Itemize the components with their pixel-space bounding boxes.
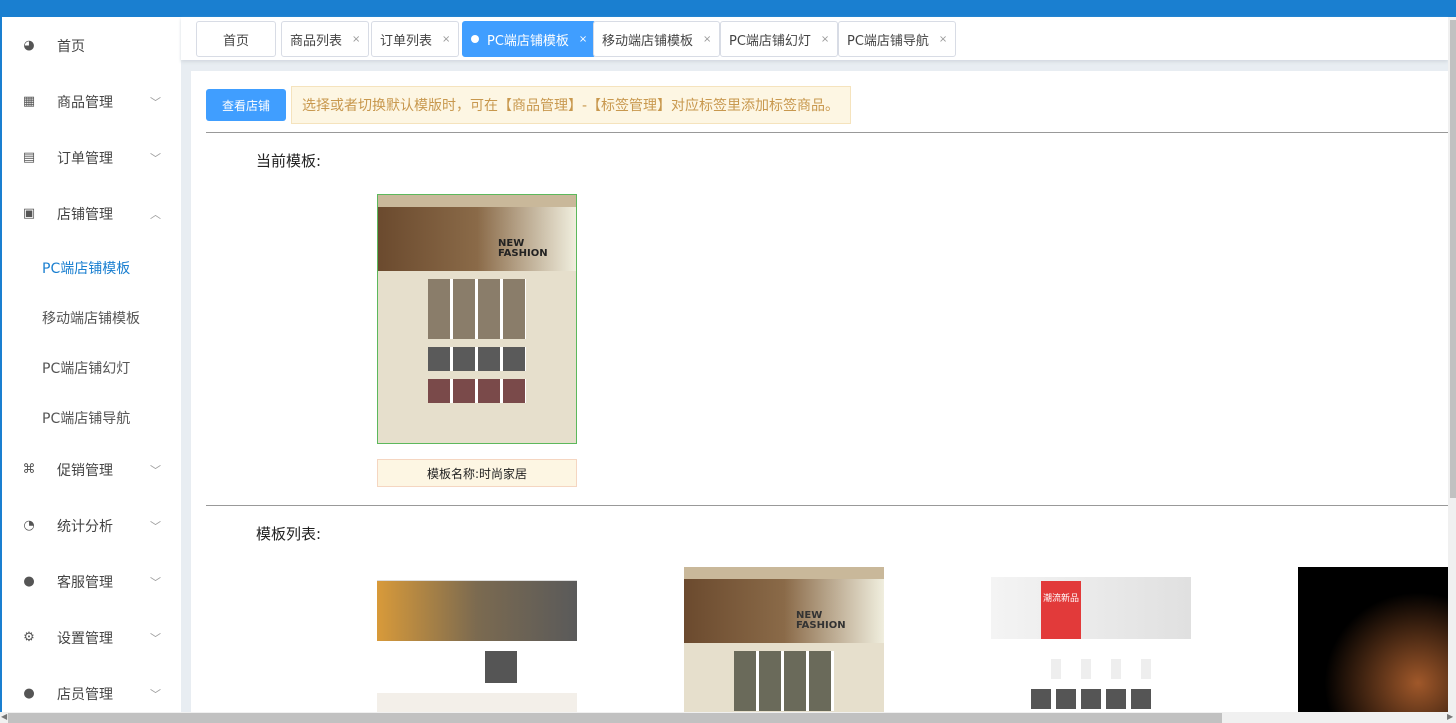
clipboard-icon: ▤ [22,150,36,165]
tab-strip: 首页 商品列表 × 订单列表 × PC端店铺模板 × 移动端店铺模板 × PC端店铺幻灯… [181,17,1448,60]
tab-label: 订单列表 [380,33,433,49]
close-icon[interactable]: × [442,34,450,45]
sidebar-item-promotion[interactable]: ⌘ 促销管理 ﹀ [2,450,181,490]
divider [206,505,1448,506]
submenu-pc-nav[interactable]: PC端店铺导航 [42,408,130,428]
tab-label: PC端店铺幻灯 [729,33,811,49]
chevron-down-icon: ﹀ [150,632,161,645]
current-template-title: 当前模板: [256,152,322,170]
current-template-name: 模板名称:时尚家居 [377,459,577,487]
sidebar-item-stats[interactable]: ◔ 统计分析 ﹀ [2,506,181,546]
scroll-left-icon[interactable]: ◀ [1,712,7,721]
tab-label: 移动端店铺模板 [602,33,694,49]
sidebar-item-home[interactable]: ◕ 首页 [2,26,181,66]
tab-product-list[interactable]: 商品列表 × [281,21,370,57]
close-icon[interactable]: × [352,34,360,45]
tab-pc-slides[interactable]: PC端店铺幻灯 × [720,21,839,57]
tab-label: PC端店铺模板 [487,33,569,49]
vertical-scroll-thumb[interactable] [1450,20,1456,498]
chevron-down-icon: ﹀ [150,576,161,589]
active-dot-icon [471,35,479,43]
tab-label: 首页 [222,33,249,49]
chevron-up-icon: ︿ [150,208,161,221]
template-thumbnail[interactable] [377,567,577,712]
main-panel: 查看店铺 选择或者切换默认模版时，可在【商品管理】-【标签管理】对应标签里添加标… [191,71,1448,712]
users-icon: ● [23,686,35,701]
current-template-thumbnail[interactable]: NEW FASHION [377,194,577,444]
banner-text: 潮流新品 [1041,581,1081,639]
sidebar-item-staff[interactable]: ● 店员管理 ﹀ [2,674,181,714]
dashboard-icon: ◕ [23,38,35,53]
close-icon[interactable]: × [939,34,947,45]
chevron-down-icon: ﹀ [150,520,161,533]
horizontal-scroll-thumb[interactable] [8,713,1222,723]
template-thumbnail[interactable] [1298,567,1448,712]
template-thumbnail[interactable]: 潮流新品 [991,567,1191,712]
tab-label: PC端店铺导航 [847,33,929,49]
template-thumbnail[interactable]: NEW FASHION [684,567,884,712]
tab-home[interactable]: 首页 [196,21,276,57]
gear-icon: ⚙ [23,630,35,645]
tab-mobile-template[interactable]: 移动端店铺模板 × [593,21,721,57]
tab-pc-nav[interactable]: PC端店铺导航 × [838,21,957,57]
chevron-down-icon: ﹀ [150,464,161,477]
close-icon[interactable]: × [821,34,829,45]
scroll-right-icon[interactable]: ▶ [1447,712,1453,721]
tab-order-list[interactable]: 订单列表 × [371,21,460,57]
chevron-down-icon: ﹀ [150,688,161,701]
pie-chart-icon: ◔ [23,518,35,533]
chevron-down-icon: ﹀ [150,96,161,109]
template-list-title: 模板列表: [256,525,322,543]
top-bar [0,0,1456,17]
tab-pc-template[interactable]: PC端店铺模板 × [462,21,597,57]
user-icon: ● [23,574,35,589]
view-shop-button[interactable]: 查看店铺 [206,89,286,121]
submenu-pc-slides[interactable]: PC端店铺幻灯 [42,358,130,378]
chevron-down-icon: ﹀ [150,152,161,165]
tab-label: 商品列表 [290,33,343,49]
divider [206,132,1448,133]
banner-text: NEW FASHION [498,238,548,259]
sidebar-item-store[interactable]: ▣ 店铺管理 ︿ [2,194,181,234]
sidebar-item-products[interactable]: ▦ 商品管理 ﹀ [2,82,181,122]
tag-icon: ⌘ [22,462,36,477]
close-icon[interactable]: × [579,34,587,45]
store-icon: ▣ [22,206,36,221]
notice-banner: 选择或者切换默认模版时，可在【商品管理】-【标签管理】对应标签里添加标签商品。 [291,86,851,124]
sidebar-item-settings[interactable]: ⚙ 设置管理 ﹀ [2,618,181,658]
submenu-pc-template[interactable]: PC端店铺模板 [42,258,130,278]
sidebar-item-service[interactable]: ● 客服管理 ﹀ [2,562,181,602]
grid-icon: ▦ [22,94,36,109]
sidebar: ◕ 首页 ▦ 商品管理 ﹀ ▤ 订单管理 ﹀ ▣ 店铺管理 ︿ PC端店铺模板 移动端店铺模板… [0,17,181,723]
banner-text: NEW FASHION [796,610,846,631]
sidebar-item-orders[interactable]: ▤ 订单管理 ﹀ [2,138,181,178]
close-icon[interactable]: × [703,34,711,45]
submenu-mobile-template[interactable]: 移动端店铺模板 [42,308,140,328]
